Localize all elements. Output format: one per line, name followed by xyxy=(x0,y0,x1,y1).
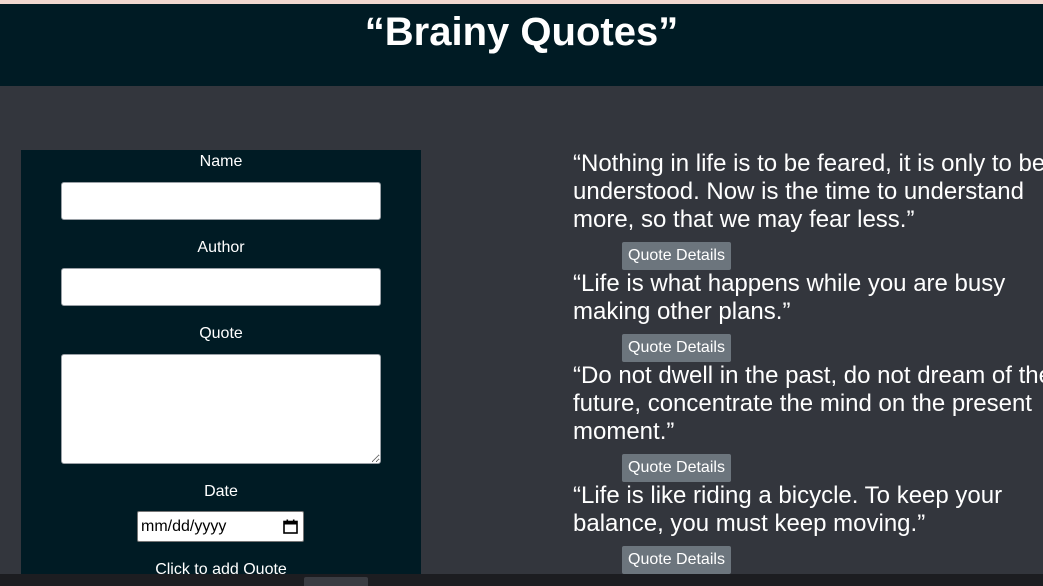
quote-text: “Life is what happens while you are busy… xyxy=(573,270,1006,325)
quote-details-button[interactable]: Quote Details xyxy=(622,334,731,362)
quote-item: “Nothing in life is to be feared, it is … xyxy=(573,150,1043,270)
author-input[interactable] xyxy=(61,268,381,306)
quote-item: “Life is like riding a bicycle. To keep … xyxy=(573,482,1043,574)
site-title: “Brainy Quotes” xyxy=(364,10,679,54)
quote-text: “Nothing in life is to be feared, it is … xyxy=(573,150,1043,233)
author-label: Author xyxy=(197,239,245,256)
quote-details-button[interactable]: Quote Details xyxy=(622,454,731,482)
taskbar xyxy=(0,574,1043,586)
date-label: Date xyxy=(204,483,238,500)
quote-text: “Do not dwell in the past, do not dream … xyxy=(573,362,1043,445)
name-label: Name xyxy=(199,153,243,170)
calendar-icon[interactable] xyxy=(283,519,298,534)
quote-details-button[interactable]: Quote Details xyxy=(622,242,731,270)
add-quote-form: Name Author Quote Date mm/dd/yyyy Click … xyxy=(21,150,421,586)
quote-item: “Do not dwell in the past, do not dream … xyxy=(573,362,1043,482)
quote-details-button[interactable]: Quote Details xyxy=(622,546,731,574)
name-input[interactable] xyxy=(61,182,381,220)
quote-text: “Life is like riding a bicycle. To keep … xyxy=(573,482,1003,537)
date-placeholder: mm/dd/yyyy xyxy=(141,518,227,535)
quote-textarea[interactable] xyxy=(61,354,381,464)
date-input[interactable]: mm/dd/yyyy xyxy=(137,511,304,542)
taskbar-app-icon[interactable] xyxy=(304,577,368,586)
quotes-list: “Nothing in life is to be feared, it is … xyxy=(573,150,1043,574)
quote-label: Quote xyxy=(199,325,243,342)
site-header: “Brainy Quotes” xyxy=(0,4,1043,86)
quote-item: “Life is what happens while you are busy… xyxy=(573,270,1043,362)
